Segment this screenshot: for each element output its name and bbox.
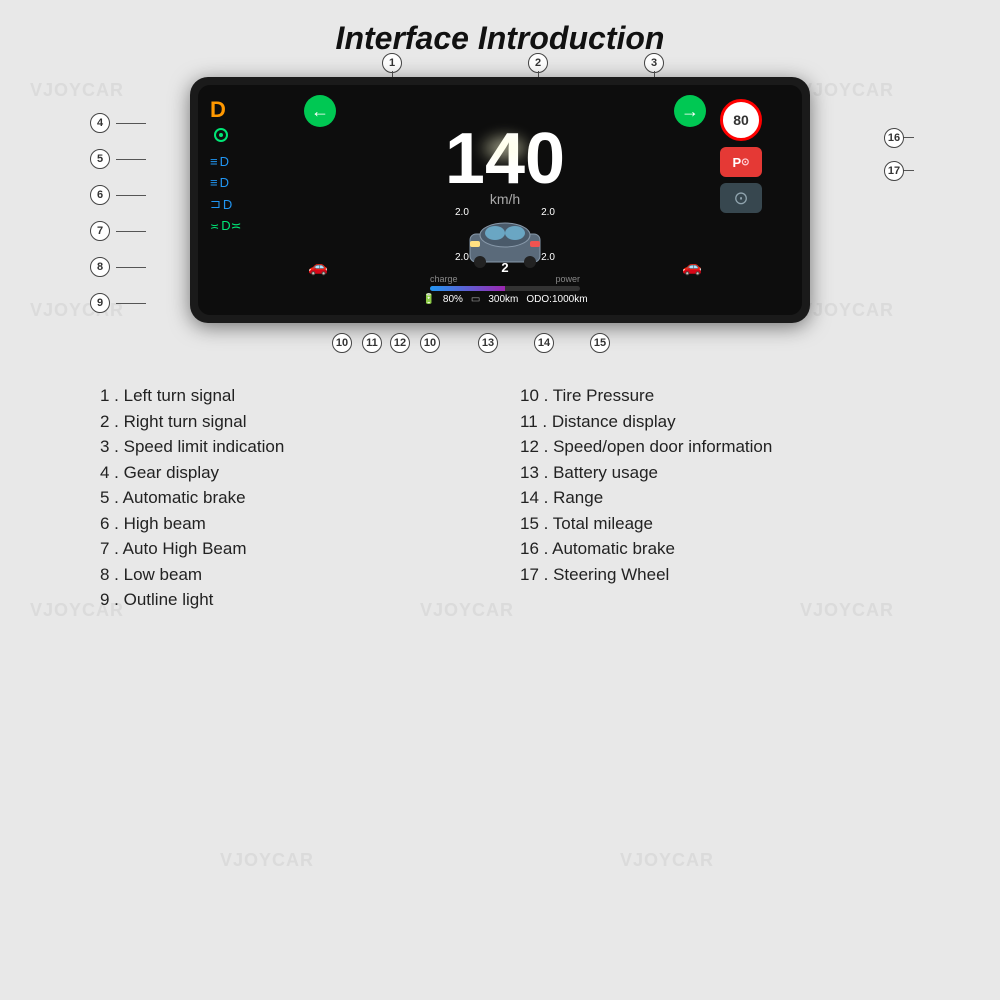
feature-9: 9 . Outline light	[100, 587, 480, 613]
feature-10: 10 . Tire Pressure	[520, 383, 900, 409]
auto-high-beam-indicator: ≡D	[210, 175, 290, 190]
annot-9: 9	[90, 293, 110, 313]
annot-line-6	[116, 195, 146, 196]
annot-10b: 10	[420, 333, 440, 353]
odo-value: ODO:1000km	[526, 294, 587, 305]
feature-8: 8 . Low beam	[100, 562, 480, 588]
charge-power-labels: charge power	[430, 274, 580, 284]
speed-limit-badge: 80	[720, 99, 762, 141]
annot-13: 13	[478, 333, 498, 353]
battery-pct: 80%	[443, 294, 463, 305]
feature-3: 3 . Speed limit indication	[100, 434, 480, 460]
outline-light-indicator: ≍D≍	[210, 218, 290, 234]
speed-unit: km/h	[298, 191, 712, 207]
feature-12: 12 . Speed/open door information	[520, 434, 900, 460]
right-annotations: 16 17	[884, 137, 914, 171]
page-content: Interface Introduction 1 2 3 4	[0, 0, 1000, 633]
headlight-glow	[480, 133, 530, 163]
distance-number: 2	[501, 260, 508, 275]
annot-line-4	[116, 123, 146, 124]
dashboard-section: 1 2 3 4 5	[40, 77, 960, 323]
left-door-icon: 🚗	[308, 257, 328, 277]
center-panel: ← → 140 km/h	[298, 95, 712, 305]
feature-6: 6 . High beam	[100, 511, 480, 537]
low-beam-indicator: ⊐D	[210, 196, 290, 212]
dashboard-inner: D ≡D ≡D ⊐D	[198, 85, 802, 315]
feature-7: 7 . Auto High Beam	[100, 536, 480, 562]
page-title: Interface Introduction	[40, 20, 960, 57]
feature-13: 13 . Battery usage	[520, 460, 900, 486]
feature-4: 4 . Gear display	[100, 460, 480, 486]
high-beam-indicator: ≡D	[210, 154, 290, 169]
feature-5: 5 . Automatic brake	[100, 485, 480, 511]
features-section: 1 . Left turn signal 2 . Right turn sign…	[40, 383, 960, 613]
annot-6: 6	[90, 185, 110, 205]
annot-12: 12	[390, 333, 410, 353]
left-turn-signal: ←	[304, 95, 336, 127]
auto-brake-indicator	[210, 127, 290, 148]
charge-bar-container: charge power	[430, 274, 580, 291]
right-turn-signal: →	[674, 95, 706, 127]
battery-icon: 🔋	[422, 294, 434, 305]
annot-line-8	[116, 267, 146, 268]
right-feature-col: 10 . Tire Pressure 11 . Distance display…	[520, 383, 900, 613]
feature-14: 14 . Range	[520, 485, 900, 511]
feature-17: 17 . Steering Wheel	[520, 562, 900, 588]
range-icon: ▭	[471, 294, 480, 305]
right-panel: 80 P ⊙ ⊙	[720, 95, 790, 305]
feature-11: 11 . Distance display	[520, 409, 900, 435]
left-feature-col: 1 . Left turn signal 2 . Right turn sign…	[100, 383, 480, 613]
annot-5: 5	[90, 149, 110, 169]
right-door-icon: 🚗	[682, 257, 702, 277]
left-indicators: D ≡D ≡D ⊐D	[210, 95, 290, 305]
annot-3: 3	[644, 53, 664, 73]
parking-badge: P ⊙	[720, 147, 762, 177]
annot-11: 11	[362, 333, 382, 353]
annot-15: 15	[590, 333, 610, 353]
annot-1: 1	[382, 53, 402, 73]
charge-bar-fill	[430, 286, 505, 291]
annot-10a: 10	[332, 333, 352, 353]
annot-17: 17	[884, 161, 904, 181]
bottom-status-row: 🔋 80% ▭ 300km ODO:1000km	[298, 294, 712, 305]
annot-4: 4	[90, 113, 110, 133]
charge-bar	[430, 286, 580, 291]
dashboard: D ≡D ≡D ⊐D	[190, 77, 810, 323]
annot-line-9	[116, 303, 146, 304]
annot-7: 7	[90, 221, 110, 241]
annot-line-7	[116, 231, 146, 232]
range-value: 300km	[488, 294, 518, 305]
annot-14: 14	[534, 333, 554, 353]
annot-16: 16	[884, 128, 904, 148]
annot-8: 8	[90, 257, 110, 277]
feature-15: 15 . Total mileage	[520, 511, 900, 537]
annot-2: 2	[528, 53, 548, 73]
left-annotations: 4 5 6 7 8	[90, 97, 146, 313]
steering-badge: ⊙	[720, 183, 762, 213]
feature-2: 2 . Right turn signal	[100, 409, 480, 435]
annot-line-5	[116, 159, 146, 160]
feature-1: 1 . Left turn signal	[100, 383, 480, 409]
feature-16: 16 . Automatic brake	[520, 536, 900, 562]
gear-indicator: D	[210, 99, 290, 121]
